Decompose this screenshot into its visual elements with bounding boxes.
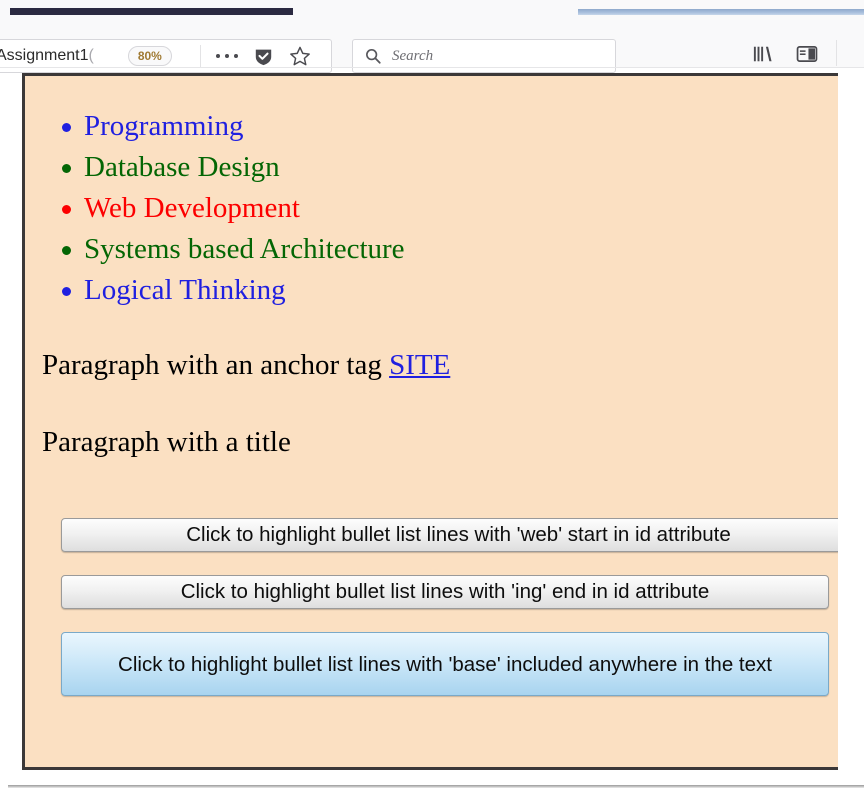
window-bottom-divider bbox=[8, 785, 864, 788]
navigation-toolbar: Assignment1( 80% Search bbox=[0, 16, 864, 73]
button-group: Click to highlight bullet list lines wit… bbox=[39, 518, 838, 696]
url-bar-divider bbox=[199, 45, 201, 67]
sidebar-icon[interactable] bbox=[796, 44, 818, 69]
list-item[interactable]: Programming bbox=[62, 106, 838, 147]
list-item-label: Systems based Architecture bbox=[84, 233, 405, 265]
highlight-web-start-button[interactable]: Click to highlight bullet list lines wit… bbox=[61, 518, 838, 552]
active-tab-indicator[interactable] bbox=[10, 8, 293, 15]
inactive-tab-indicator[interactable] bbox=[578, 9, 864, 15]
list-item[interactable]: Systems based Architecture bbox=[62, 229, 838, 270]
toolbar-bottom-border bbox=[0, 67, 864, 68]
page-actions-ellipsis-icon[interactable] bbox=[215, 54, 238, 58]
highlight-ing-end-button[interactable]: Click to highlight bullet list lines wit… bbox=[61, 575, 829, 609]
bookmark-star-icon[interactable] bbox=[289, 45, 311, 67]
list-item[interactable]: Web Development bbox=[62, 188, 838, 229]
skills-bullet-list: Programming Database Design Web Developm… bbox=[39, 106, 838, 311]
search-icon bbox=[364, 47, 382, 65]
list-item-label: Logical Thinking bbox=[84, 274, 286, 306]
list-item[interactable]: Logical Thinking bbox=[62, 270, 838, 311]
toolbar-right-icons bbox=[752, 44, 818, 69]
list-item[interactable]: Database Design bbox=[62, 147, 838, 188]
search-input-placeholder[interactable]: Search bbox=[392, 48, 433, 65]
site-link[interactable]: SITE bbox=[389, 349, 450, 381]
anchor-paragraph-text: Paragraph with an anchor tag bbox=[42, 349, 390, 381]
toolbar-separator bbox=[836, 40, 837, 66]
shield-icon[interactable] bbox=[253, 46, 274, 67]
browser-chrome: Assignment1( 80% Search bbox=[0, 0, 864, 73]
library-icon[interactable] bbox=[752, 44, 774, 69]
title-paragraph: Paragraph with a title bbox=[42, 426, 291, 458]
list-item-label: Programming bbox=[84, 110, 244, 142]
list-item-label: Database Design bbox=[84, 151, 280, 183]
browser-status-area bbox=[0, 770, 864, 797]
url-text: Assignment1( bbox=[0, 47, 94, 64]
list-item-label: Web Development bbox=[84, 192, 300, 224]
anchor-paragraph: Paragraph with an anchor tag SITE bbox=[39, 349, 838, 382]
zoom-level-badge[interactable]: 80% bbox=[127, 46, 172, 66]
highlight-base-contains-button[interactable]: Click to highlight bullet list lines wit… bbox=[61, 632, 829, 696]
tab-strip bbox=[0, 0, 864, 16]
web-page-content: Programming Database Design Web Developm… bbox=[22, 73, 838, 770]
